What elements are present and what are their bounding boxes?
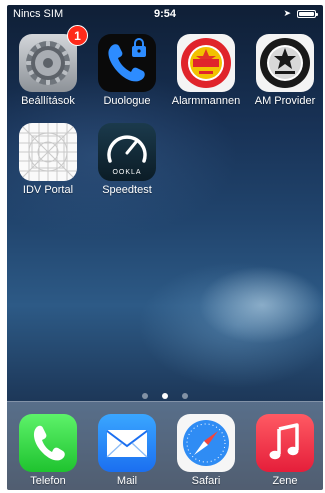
app-settings[interactable]: 1 Beállítások (9, 25, 88, 107)
ookla-wordmark: OOKLA (112, 169, 141, 176)
app-label: Mail (116, 475, 138, 487)
home-screen: Nincs SIM 9:54 ➤ 1 Beállítások Duologue … (7, 5, 323, 490)
page-dot (141, 393, 148, 399)
dock: Telefon Mail Safari Zene (7, 401, 323, 490)
clock: 9:54 (153, 8, 177, 20)
app-label: Zene (272, 475, 298, 487)
gear-icon (19, 34, 77, 92)
notification-badge: 1 (67, 25, 88, 46)
dock-app-music[interactable]: Zene (246, 414, 323, 487)
speedometer-icon: OOKLA (98, 123, 156, 181)
app-label: IDV Portal (22, 184, 74, 196)
location-arrow-icon: ➤ (283, 8, 291, 18)
dock-app-mail[interactable]: Mail (88, 414, 166, 487)
app-label: Telefon (30, 475, 66, 487)
app-label: Speedtest (102, 184, 152, 196)
app-label: AM Provider (254, 95, 316, 107)
alarmmannen-seal-icon (177, 34, 235, 92)
app-label: Beállítások (21, 95, 75, 107)
app-am-provider[interactable]: AM Provider (246, 34, 323, 107)
battery-icon (297, 10, 318, 18)
app-duologue[interactable]: Duologue (88, 34, 166, 107)
app-label: Alarmmannen (171, 95, 241, 107)
grid-icon (19, 123, 77, 181)
alarmmannen-provider-seal-icon (256, 34, 314, 92)
phone-lock-icon (98, 34, 156, 92)
app-idv-portal[interactable]: IDV Portal (9, 123, 87, 196)
dock-app-phone[interactable]: Telefon (9, 414, 87, 487)
app-alarmmannen[interactable]: Alarmmannen (167, 34, 245, 107)
phone-icon (19, 414, 77, 472)
envelope-icon (98, 414, 156, 472)
app-label: Safari (191, 475, 221, 487)
status-bar: Nincs SIM 9:54 ➤ (7, 5, 323, 23)
music-note-icon (256, 414, 314, 472)
app-label: Duologue (103, 95, 151, 107)
compass-icon (177, 414, 235, 472)
page-dot-active (162, 393, 168, 399)
dock-app-safari[interactable]: Safari (167, 414, 245, 487)
app-speedtest[interactable]: OOKLA Speedtest (88, 123, 166, 196)
page-dot (182, 393, 189, 399)
